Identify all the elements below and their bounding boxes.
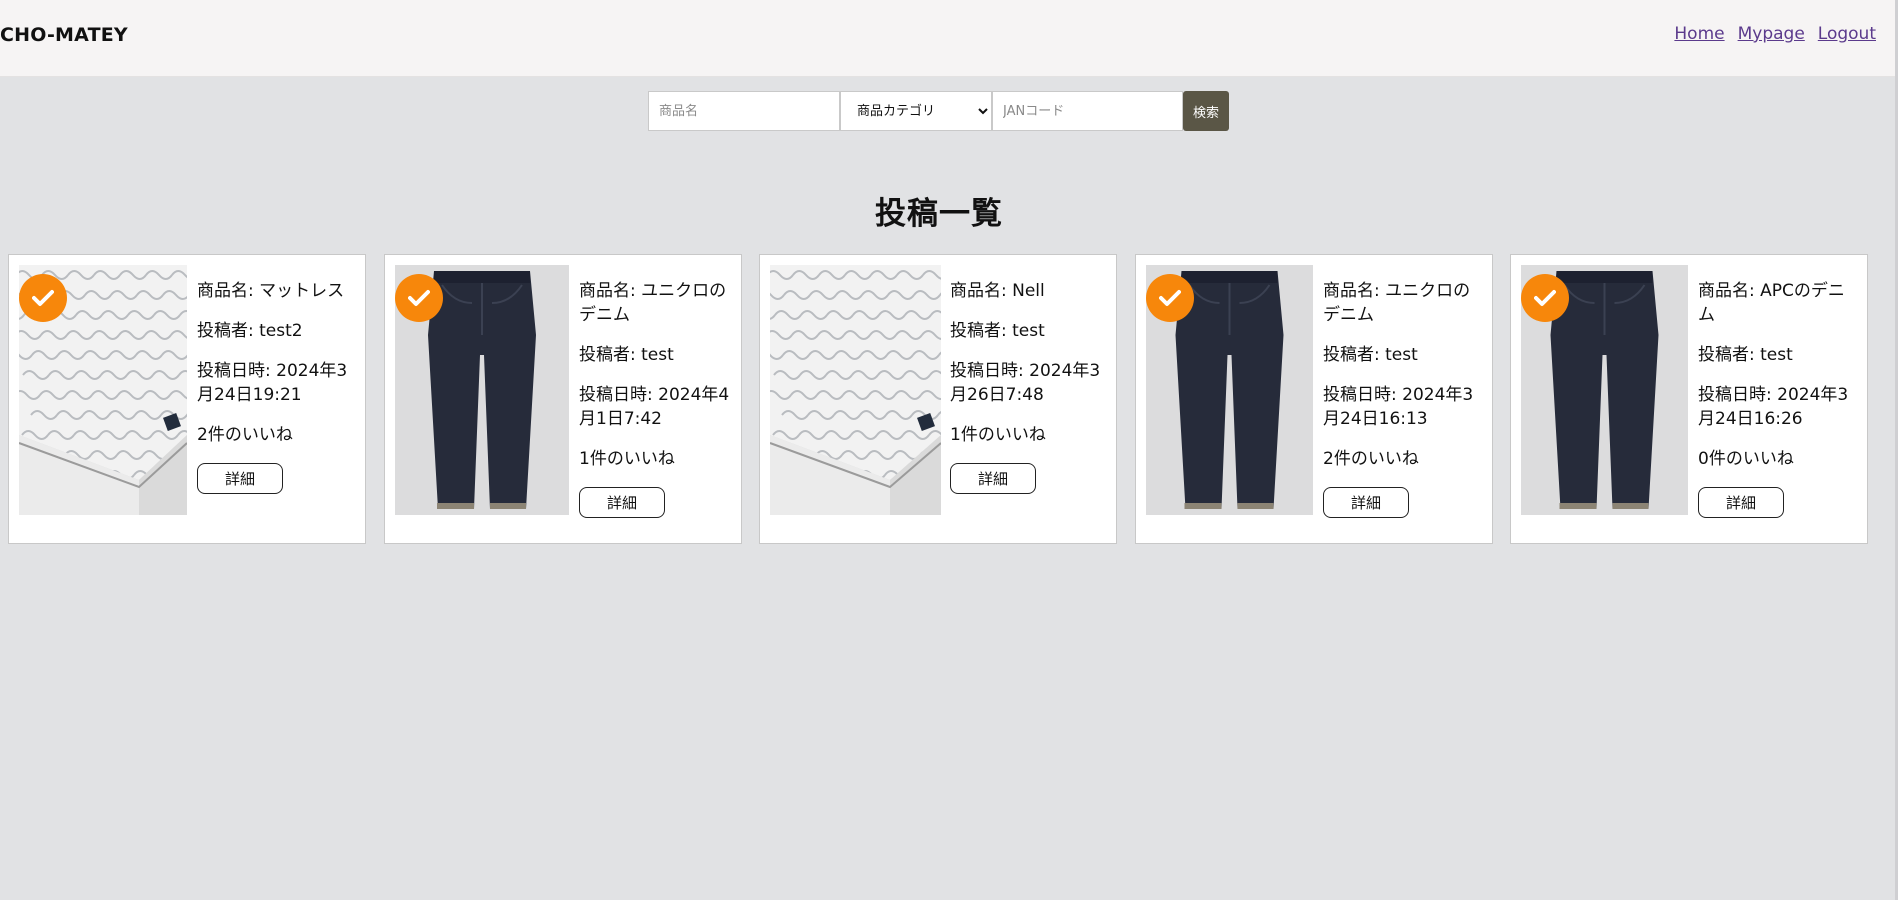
post-author: 投稿者: test	[950, 321, 1045, 341]
post-likes: 1件のいいね	[950, 425, 1046, 445]
post-info: 商品名: Nell 投稿者: test 投稿日時: 2024年3月26日7:48…	[950, 279, 1110, 494]
nav-home-link[interactable]: Home	[1674, 24, 1724, 44]
detail-button[interactable]: 詳細	[579, 487, 665, 518]
post-author: 投稿者: test	[579, 345, 674, 365]
post-author: 投稿者: test	[1698, 345, 1793, 365]
post-date: 投稿日時: 2024年4月1日7:42	[579, 385, 730, 429]
post-info: 商品名: APCのデニム 投稿者: test 投稿日時: 2024年3月24日1…	[1698, 279, 1861, 518]
check-icon	[1146, 274, 1194, 322]
post-date: 投稿日時: 2024年3月24日19:21	[197, 361, 348, 405]
detail-button[interactable]: 詳細	[1698, 487, 1784, 518]
post-date: 投稿日時: 2024年3月24日16:13	[1323, 385, 1474, 429]
post-product-name: 商品名: ユニクロのデニム	[1323, 281, 1471, 325]
post-card: 商品名: APCのデニム 投稿者: test 投稿日時: 2024年3月24日1…	[1510, 254, 1868, 544]
search-form: 商品カテゴリ 検索	[648, 91, 1229, 131]
search-button[interactable]: 検索	[1183, 91, 1229, 131]
post-card: 商品名: ユニクロのデニム 投稿者: test 投稿日時: 2024年4月1日7…	[384, 254, 742, 544]
post-author: 投稿者: test	[1323, 345, 1418, 365]
post-product-name: 商品名: APCのデニム	[1698, 281, 1845, 325]
detail-button[interactable]: 詳細	[950, 463, 1036, 494]
post-likes: 2件のいいね	[197, 425, 293, 445]
check-icon	[395, 274, 443, 322]
post-product-name: 商品名: ユニクロのデニム	[579, 281, 727, 325]
site-logo[interactable]: CHO-MATEY	[0, 24, 128, 46]
product-name-input[interactable]	[648, 91, 840, 131]
category-select[interactable]: 商品カテゴリ	[840, 91, 992, 131]
post-image[interactable]	[770, 265, 941, 515]
jan-code-input[interactable]	[992, 91, 1183, 131]
top-header: CHO-MATEY Home Mypage Logout	[0, 0, 1895, 77]
check-icon	[19, 274, 67, 322]
post-info: 商品名: マットレス 投稿者: test2 投稿日時: 2024年3月24日19…	[197, 279, 359, 494]
detail-button[interactable]: 詳細	[1323, 487, 1409, 518]
top-nav: Home Mypage Logout	[1674, 24, 1876, 44]
post-date: 投稿日時: 2024年3月26日7:48	[950, 361, 1101, 405]
nav-mypage-link[interactable]: Mypage	[1738, 24, 1805, 44]
post-card: 商品名: Nell 投稿者: test 投稿日時: 2024年3月26日7:48…	[759, 254, 1117, 544]
post-likes: 0件のいいね	[1698, 449, 1794, 469]
post-likes: 1件のいいね	[579, 449, 675, 469]
post-card: 商品名: ユニクロのデニム 投稿者: test 投稿日時: 2024年3月24日…	[1135, 254, 1493, 544]
post-info: 商品名: ユニクロのデニム 投稿者: test 投稿日時: 2024年3月24日…	[1323, 279, 1486, 518]
post-likes: 2件のいいね	[1323, 449, 1419, 469]
post-author: 投稿者: test2	[197, 321, 303, 341]
post-card: 商品名: マットレス 投稿者: test2 投稿日時: 2024年3月24日19…	[8, 254, 366, 544]
detail-button[interactable]: 詳細	[197, 463, 283, 494]
post-info: 商品名: ユニクロのデニム 投稿者: test 投稿日時: 2024年4月1日7…	[579, 279, 735, 518]
check-icon	[1521, 274, 1569, 322]
post-date: 投稿日時: 2024年3月24日16:26	[1698, 385, 1849, 429]
post-product-name: 商品名: マットレス	[197, 281, 345, 301]
page-title: 投稿一覧	[875, 195, 1003, 232]
nav-logout-link[interactable]: Logout	[1818, 24, 1876, 44]
post-product-name: 商品名: Nell	[950, 281, 1045, 301]
